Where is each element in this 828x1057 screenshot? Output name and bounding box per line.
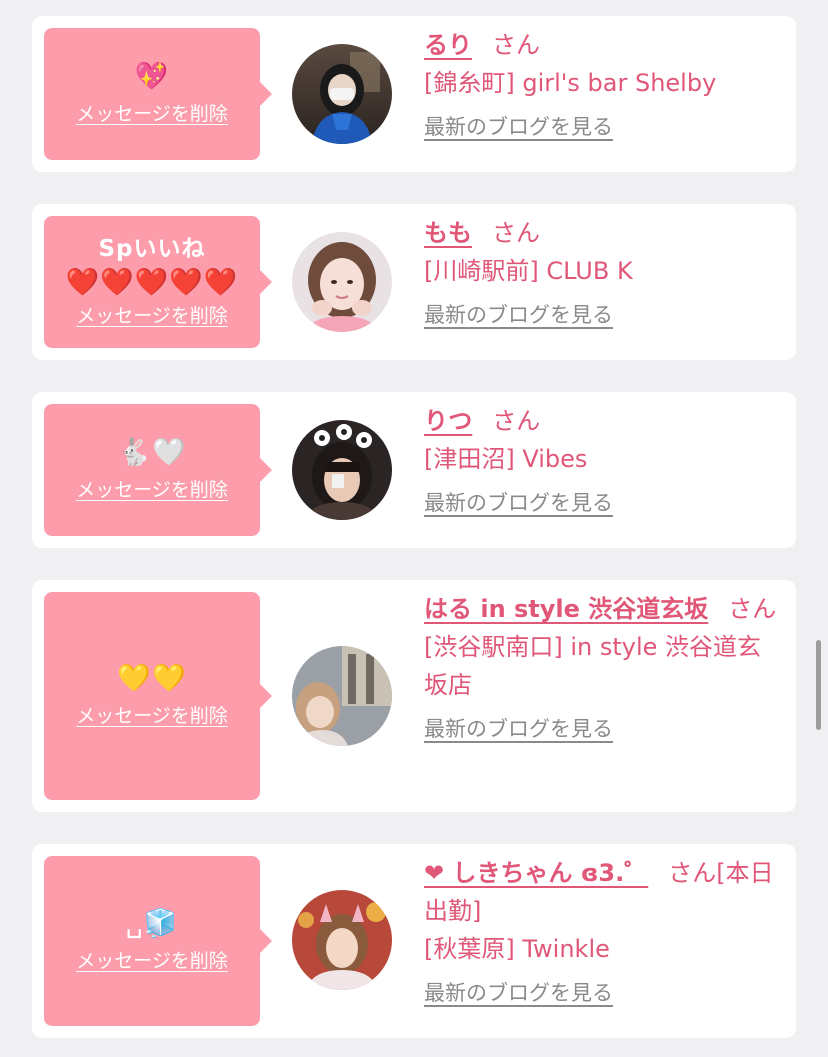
name-line: ❤ しきちゃん ɞ3.゜ さん[本日出勤] (424, 854, 784, 930)
avatar-photo-icon (292, 890, 392, 990)
latest-blog-link[interactable]: 最新のブログを見る (424, 978, 613, 1008)
name-line: もも さん (424, 214, 784, 252)
girl-name-link[interactable]: りつ (424, 407, 472, 435)
latest-blog-link[interactable]: 最新のブログを見る (424, 488, 613, 518)
name-line: はる in style 渋谷道玄坂 さん (424, 590, 784, 628)
name-line: るり さん (424, 26, 784, 64)
avatar-photo-icon (292, 420, 392, 520)
shop-name: [渋谷駅南口] in style 渋谷道玄坂店 (424, 633, 762, 699)
avatar-photo-icon (292, 44, 392, 144)
message-emoji: 🐇🤍 (117, 437, 187, 468)
delete-message-link[interactable]: メッセージを削除 (76, 475, 228, 505)
message-emoji: 💖 (134, 61, 170, 92)
avatar-photo-icon (292, 646, 392, 746)
girl-info: もも さん [川崎駅前] CLUB K 最新のブログを見る (424, 214, 784, 330)
avatar[interactable] (292, 232, 392, 332)
name-line: りつ さん (424, 402, 784, 440)
avatar[interactable] (292, 44, 392, 144)
message-title: Spいいね (98, 236, 206, 262)
girl-info: るり さん [錦糸町] girl's bar Shelby 最新のブログを見る (424, 26, 784, 142)
honorific: さん (492, 407, 541, 435)
girl-info: はる in style 渋谷道玄坂 さん [渋谷駅南口] in style 渋谷道… (424, 590, 784, 744)
list-item: 🐇🤍 メッセージを削除 りつ さん [津田沼] Vibes 最新のブログを見る (32, 392, 796, 548)
shop-name: [川崎駅前] CLUB K (424, 257, 633, 285)
message-emoji: ␣🧊 (125, 908, 179, 939)
list-item: 💖 メッセージを削除 るり さん [錦糸町] girl's bar Shelby … (32, 16, 796, 172)
list-item: Spいいね ❤️❤️❤️❤️❤️ メッセージを削除 もも さん [川崎駅前] CL… (32, 204, 796, 360)
delete-message-link[interactable]: メッセージを削除 (76, 946, 228, 976)
girl-name-link[interactable]: るり (424, 31, 472, 59)
girl-name-link[interactable]: もも (424, 219, 472, 247)
message-bubble: 🐇🤍 メッセージを削除 (44, 404, 272, 536)
honorific: さん (492, 219, 540, 247)
shop-name: [津田沼] Vibes (424, 445, 588, 473)
latest-blog-link[interactable]: 最新のブログを見る (424, 714, 613, 744)
honorific: さん (728, 595, 777, 623)
list-item: ␣🧊 メッセージを削除 ❤ しきちゃん ɞ3.゜ さん[本日出勤] [秋葉原] T… (32, 844, 796, 1038)
shop-name: [秋葉原] Twinkle (424, 935, 610, 963)
message-list: 💖 メッセージを削除 るり さん [錦糸町] girl's bar Shelby … (0, 0, 828, 1057)
shop-name: [錦糸町] girl's bar Shelby (424, 69, 717, 97)
avatar-photo-icon (292, 232, 392, 332)
delete-message-link[interactable]: メッセージを削除 (76, 701, 228, 731)
message-bubble: ␣🧊 メッセージを削除 (44, 856, 272, 1026)
girl-name-link[interactable]: ❤ しきちゃん ɞ3.゜ (424, 859, 648, 887)
avatar[interactable] (292, 420, 392, 520)
message-emoji: 💛💛 (117, 663, 187, 694)
girl-info: ❤ しきちゃん ɞ3.゜ さん[本日出勤] [秋葉原] Twinkle 最新のブロ… (424, 854, 784, 1008)
message-emoji: ❤️❤️❤️❤️❤️ (65, 267, 239, 298)
avatar[interactable] (292, 646, 392, 746)
list-item: 💛💛 メッセージを削除 はる in style 渋谷道玄坂 さん [渋谷駅南口] … (32, 580, 796, 812)
delete-message-link[interactable]: メッセージを削除 (76, 301, 228, 331)
latest-blog-link[interactable]: 最新のブログを見る (424, 112, 613, 142)
honorific: さん (492, 31, 540, 59)
delete-message-link[interactable]: メッセージを削除 (76, 99, 228, 129)
message-bubble: 💖 メッセージを削除 (44, 28, 272, 160)
message-bubble: 💛💛 メッセージを削除 (44, 592, 272, 800)
girl-name-link[interactable]: はる in style 渋谷道玄坂 (424, 595, 708, 623)
avatar[interactable] (292, 890, 392, 990)
honorific: さん (668, 859, 717, 887)
latest-blog-link[interactable]: 最新のブログを見る (424, 300, 613, 330)
message-bubble: Spいいね ❤️❤️❤️❤️❤️ メッセージを削除 (44, 216, 272, 348)
scrollbar[interactable] (816, 640, 821, 730)
girl-info: りつ さん [津田沼] Vibes 最新のブログを見る (424, 402, 784, 518)
